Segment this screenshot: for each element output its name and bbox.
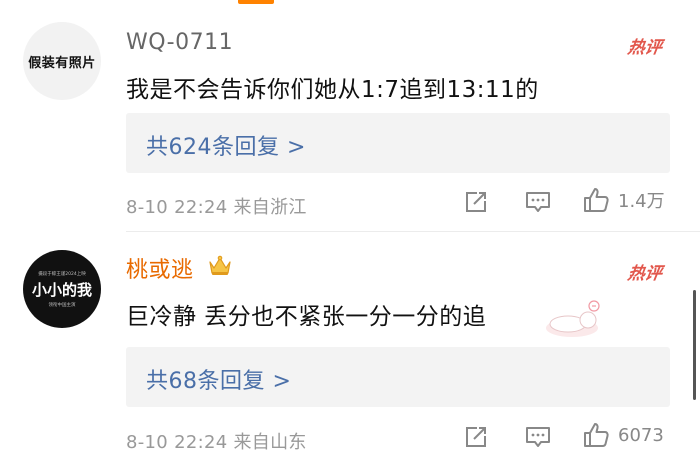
like-button[interactable]: 1.4万	[582, 186, 665, 214]
crown-icon	[209, 255, 231, 275]
like-icon	[584, 423, 609, 447]
share-icon	[466, 192, 486, 212]
reply-count-link[interactable]: 共624条回复 >	[146, 129, 306, 161]
comment-text: 我是不会告诉你们她从1:7追到13:11的	[126, 77, 539, 103]
hot-badge: 热评	[626, 264, 664, 284]
username[interactable]: WQ-0711	[126, 30, 233, 55]
avatar[interactable]: 假装有照片	[23, 22, 101, 100]
reply-icon	[526, 192, 550, 212]
comment-meta: 8-10 22:24 来自山东	[126, 432, 307, 453]
like-count: 6073	[618, 424, 664, 446]
comment-item: 假装有照片 WQ-0711 热评 我是不会告诉你们她从1:7追到13:11的 共…	[0, 0, 700, 232]
comment-button[interactable]	[524, 423, 552, 451]
comment-button[interactable]	[524, 188, 552, 216]
comment-item: 摄段于鲸王谨2024上映 小小的我 领衔中国主演 桃或逃 热评 巨冷静 丢分也不…	[0, 232, 700, 464]
username[interactable]: 桃或逃	[126, 252, 194, 284]
hot-badge: 热评	[626, 38, 664, 58]
avatar-text: 假装有照片	[28, 55, 96, 71]
like-count: 1.4万	[618, 191, 665, 212]
share-button[interactable]	[462, 188, 490, 216]
reply-thread-box[interactable]: 共68条回复 >	[126, 347, 670, 407]
comment-text: 巨冷静 丢分也不紧张一分一分的追	[126, 304, 487, 330]
like-icon	[584, 188, 609, 212]
reply-icon	[526, 427, 550, 447]
avatar-caption-top: 摄段于鲸王谨2024上映	[38, 271, 86, 277]
scrollbar[interactable]	[693, 290, 696, 400]
share-button[interactable]	[462, 423, 490, 451]
avatar[interactable]: 摄段于鲸王谨2024上映 小小的我 领衔中国主演	[23, 250, 101, 328]
like-button[interactable]: 6073	[582, 421, 664, 449]
reply-count-link[interactable]: 共68条回复 >	[146, 363, 291, 395]
comment-meta: 8-10 22:24 来自浙江	[126, 197, 307, 218]
reply-thread-box[interactable]: 共624条回复 >	[126, 113, 670, 173]
avatar-title: 小小的我	[31, 280, 92, 299]
sticker-icon	[546, 300, 600, 337]
avatar-caption-bottom: 领衔中国主演	[48, 302, 76, 308]
share-icon	[466, 427, 486, 447]
